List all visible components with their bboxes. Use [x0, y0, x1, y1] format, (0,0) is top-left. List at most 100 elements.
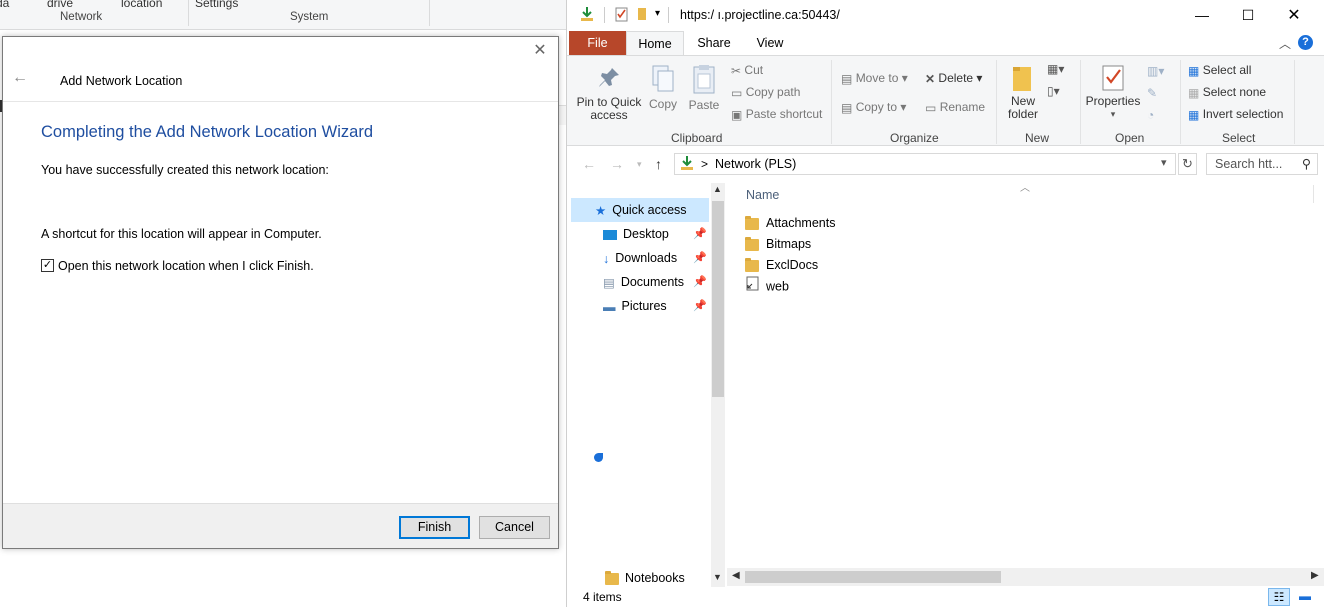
- nav-scrollbar-thumb[interactable]: [712, 201, 724, 397]
- qat-dropdown-icon[interactable]: ▾: [655, 8, 660, 19]
- breadcrumb-separator: >: [701, 157, 709, 171]
- close-icon[interactable]: ✕: [530, 41, 550, 61]
- open-icon[interactable]: ▥▾: [1147, 64, 1164, 78]
- folder-down-icon[interactable]: [580, 6, 594, 25]
- file-name: Attachments: [766, 216, 836, 230]
- copy-to-button[interactable]: ▤ Copy to ▾: [841, 100, 906, 115]
- history-icon[interactable]: ◔: [1147, 108, 1154, 122]
- window-title: https:/ ı.projectline.ca:50443/: [680, 8, 840, 22]
- bg-ribbon-item: Settings: [195, 0, 239, 10]
- qat-separator: [668, 7, 669, 23]
- edit-icon[interactable]: ✎: [1147, 86, 1157, 100]
- select-all-button[interactable]: ▦ Select all: [1188, 63, 1251, 78]
- list-item[interactable]: web: [745, 276, 789, 297]
- scroll-up-icon[interactable]: ▲: [713, 184, 722, 194]
- cancel-button[interactable]: Cancel: [479, 516, 550, 539]
- nav-notebooks-label: Notebooks: [625, 571, 685, 585]
- bg-ribbon-item: location: [121, 0, 163, 10]
- list-item[interactable]: Attachments: [745, 213, 835, 234]
- collapse-ribbon-icon[interactable]: ︿: [1279, 35, 1291, 52]
- tab-view[interactable]: View: [747, 31, 793, 55]
- dialog-divider: [3, 101, 558, 102]
- select-none-icon: ▦: [1188, 85, 1200, 100]
- select-all-icon: ▦: [1188, 63, 1200, 78]
- list-item[interactable]: Bitmaps: [745, 234, 811, 255]
- new-folder-button[interactable]: New folder: [1003, 64, 1041, 121]
- group-label-select: Select: [1222, 131, 1256, 145]
- paste-shortcut-button[interactable]: ▣ Paste shortcut: [731, 107, 822, 122]
- ribbon-separator: [1294, 60, 1295, 144]
- pin-icon[interactable]: 📌: [693, 294, 707, 318]
- status-bar: 4 items ☷ ▬: [567, 587, 1324, 607]
- properties-qat-icon[interactable]: [615, 7, 628, 25]
- pin-icon[interactable]: 📌: [693, 222, 707, 246]
- invert-selection-button[interactable]: ▦ Invert selection: [1188, 107, 1283, 122]
- search-input[interactable]: Search htt... ⚲: [1206, 153, 1318, 175]
- copy-path-label: Copy path: [745, 85, 801, 99]
- large-icons-view-icon[interactable]: ▬: [1294, 588, 1316, 606]
- copy-path-button[interactable]: ▭ Copy path: [731, 85, 800, 100]
- nav-quick-access[interactable]: ★ Quick access: [571, 198, 709, 222]
- sort-arrow-icon: ︿: [1020, 183, 1030, 194]
- rename-button[interactable]: ▭ Rename: [925, 100, 985, 115]
- open-location-checkbox-label[interactable]: Open this network location when I click …: [58, 259, 314, 273]
- close-window-icon[interactable]: ✕: [1271, 0, 1317, 31]
- scissors-icon: ✂: [731, 63, 742, 78]
- maximize-icon[interactable]: ☐: [1225, 0, 1271, 31]
- scroll-left-icon[interactable]: ◀: [732, 570, 740, 581]
- back-icon[interactable]: ←: [582, 156, 596, 172]
- scroll-down-icon[interactable]: ▼: [713, 572, 722, 582]
- help-icon[interactable]: ?: [1298, 35, 1313, 50]
- pin-quick-access-button[interactable]: Pin to Quick access: [575, 66, 643, 122]
- tab-home[interactable]: Home: [626, 31, 684, 55]
- nav-pictures[interactable]: ▬ Pictures 📌: [571, 294, 709, 318]
- nav-documents[interactable]: ▤ Documents 📌: [571, 270, 709, 294]
- tab-file[interactable]: File: [569, 31, 626, 55]
- easy-access-icon[interactable]: ▯▾: [1047, 84, 1060, 98]
- details-view-icon[interactable]: ☷: [1268, 588, 1290, 606]
- copy-button[interactable]: Copy: [647, 64, 679, 111]
- refresh-icon[interactable]: ↻: [1178, 153, 1197, 175]
- ribbon-separator: [1180, 60, 1181, 144]
- ribbon-separator: [996, 60, 997, 144]
- tab-share[interactable]: Share: [689, 31, 739, 55]
- up-icon[interactable]: ↑: [655, 156, 662, 172]
- forward-icon[interactable]: →: [610, 156, 624, 172]
- column-divider: [1313, 185, 1314, 203]
- horizontal-scrollbar-thumb[interactable]: [745, 571, 1001, 583]
- pin-label: Pin to Quick access: [576, 95, 642, 122]
- copy-icon: [652, 65, 674, 92]
- rename-icon: ▭: [925, 100, 937, 115]
- paste-icon: [693, 65, 715, 94]
- cut-button[interactable]: ✂ Cut: [731, 63, 763, 78]
- new-item-icon[interactable]: ▦▾: [1047, 62, 1064, 76]
- minimize-icon[interactable]: —: [1179, 0, 1225, 31]
- breadcrumb-network[interactable]: Network (PLS): [715, 157, 796, 171]
- horizontal-scrollbar[interactable]: ◀ ▶: [727, 568, 1324, 586]
- delete-button[interactable]: ✕ Delete ▾: [925, 71, 982, 86]
- nav-desktop-label: Desktop: [623, 227, 669, 241]
- pin-icon[interactable]: 📌: [693, 246, 707, 270]
- back-arrow-icon[interactable]: ←: [12, 69, 28, 87]
- file-list-pane: ︿ Name Attachments Bitmaps ExclDocs web: [727, 181, 1324, 587]
- address-dropdown-icon[interactable]: ▾: [1161, 156, 1167, 169]
- scroll-right-icon[interactable]: ▶: [1311, 570, 1319, 581]
- finish-button[interactable]: Finish: [399, 516, 470, 539]
- open-location-checkbox[interactable]: ✓: [41, 259, 54, 272]
- properties-button[interactable]: Properties ▾: [1085, 64, 1141, 121]
- new-folder-qat-icon[interactable]: [637, 7, 647, 24]
- ribbon-tabs: File Home Share View ︿ ?: [567, 31, 1324, 55]
- recent-locations-icon[interactable]: ▾: [637, 159, 642, 170]
- pin-icon[interactable]: 📌: [693, 270, 707, 294]
- nav-desktop[interactable]: Desktop 📌: [571, 222, 709, 246]
- select-all-label: Select all: [1202, 63, 1252, 77]
- column-header-name[interactable]: Name: [746, 188, 779, 202]
- new-folder-icon: [1013, 67, 1031, 91]
- move-to-button[interactable]: ▤ Move to ▾: [841, 71, 908, 86]
- desktop-icon: [603, 229, 617, 240]
- nav-downloads[interactable]: ↓ Downloads 📌: [571, 246, 709, 270]
- nav-quick-access-label: Quick access: [612, 203, 687, 217]
- select-none-button[interactable]: ▦ Select none: [1188, 85, 1266, 100]
- paste-button[interactable]: Paste: [687, 63, 721, 112]
- list-item[interactable]: ExclDocs: [745, 255, 818, 276]
